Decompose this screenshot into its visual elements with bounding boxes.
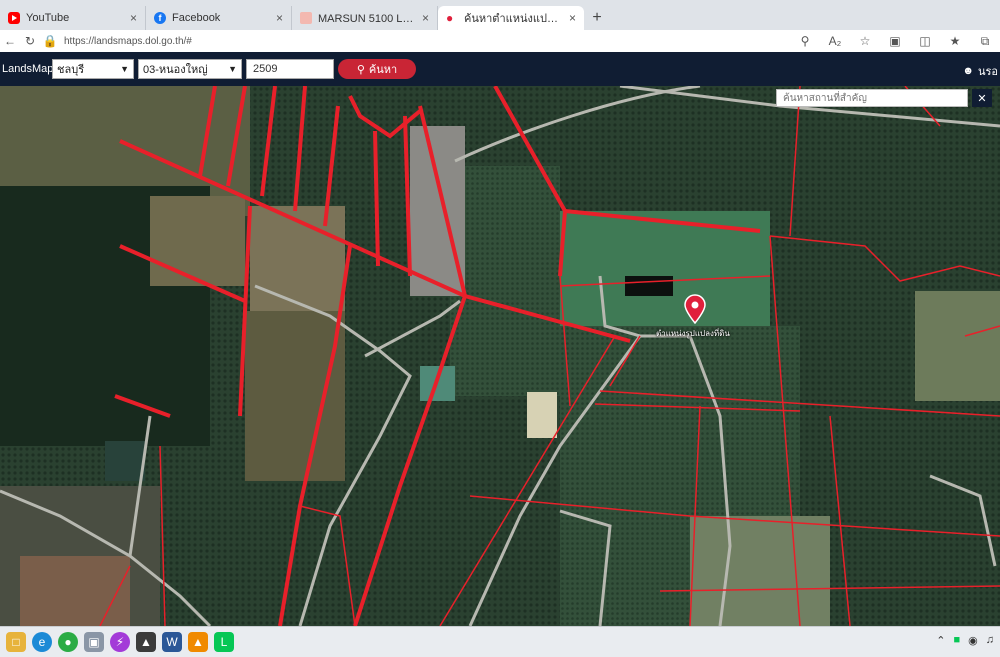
address-bar: ← ↻ 🔒 https://landsmaps.dol.go.th/# ⚲ A₂…: [0, 30, 1000, 53]
province-select[interactable]: ชลบุรี ▼: [52, 59, 134, 79]
facebook-icon: f: [154, 12, 166, 24]
split-screen-icon[interactable]: ◫: [910, 34, 940, 48]
brand-logo: LandsMaps: [2, 63, 59, 75]
window-icon[interactable]: ▣: [84, 632, 104, 652]
back-icon[interactable]: ←: [0, 34, 20, 48]
youtube-icon: [8, 12, 20, 24]
taskbar: □ e ● ▣ ⚡ ▲ W ▲ L ⌃ ■ ◉ ♫: [0, 626, 1000, 657]
edge-icon[interactable]: e: [32, 632, 52, 652]
browser-tab-strip: YouTube × f Facebook × MARSUN 5100 LED ไ…: [0, 0, 1000, 30]
url-field[interactable]: https://landsmaps.dol.go.th/#: [60, 36, 790, 47]
parcel-number-input[interactable]: [246, 59, 334, 79]
messenger-icon[interactable]: ⚡: [110, 632, 130, 652]
close-icon[interactable]: ×: [276, 11, 283, 25]
word-icon[interactable]: W: [162, 632, 182, 652]
system-tray: ⌃ ■ ◉ ♫: [936, 634, 994, 647]
search-button-label: ค้นหา: [368, 64, 398, 76]
app-header: LandsMaps ชลบุรี ▼ 03-หนองใหญ่ ▼ ⚲ ค้นหา…: [0, 52, 1000, 86]
user-icon: ☻: [962, 65, 974, 77]
user-name: นรอ: [977, 66, 998, 78]
sand-pit: [527, 392, 557, 438]
close-search-button[interactable]: ✕: [972, 89, 992, 107]
new-tab-button[interactable]: +: [584, 6, 610, 30]
refresh-icon[interactable]: ↻: [20, 34, 40, 48]
file-explorer-icon[interactable]: □: [6, 632, 26, 652]
field-east: [915, 291, 1000, 401]
tab-landsmaps[interactable]: ● ค้นหาตำแหน่งแปลงที่ดิน (LandsMaps) ×: [438, 6, 584, 30]
line-tray-icon[interactable]: ■: [953, 634, 960, 647]
pin-label: ตำแหน่งรูปแปลงที่ดิน: [656, 329, 730, 338]
satellite-map[interactable]: ✕ ตำแหน่งรูปแปลงที่ดิน: [0, 86, 1000, 626]
wifi-icon[interactable]: ◉: [968, 634, 978, 647]
tab-title: Facebook: [172, 12, 221, 24]
location-pin-shape: [684, 294, 706, 324]
tab-shop[interactable]: MARSUN 5100 LED ไฟฉายคาดหัว ×: [292, 6, 438, 30]
read-aloud-icon[interactable]: A₂: [820, 34, 850, 48]
chevron-down-icon: ▼: [120, 64, 129, 74]
tab-facebook[interactable]: f Facebook ×: [146, 6, 292, 30]
shop-icon: [300, 12, 312, 24]
province-value: ชลบุรี: [57, 64, 85, 76]
user-menu[interactable]: ☻ นรอ: [962, 62, 998, 80]
farm-plot: [20, 556, 130, 626]
speaker-icon[interactable]: ♫: [986, 634, 994, 647]
lock-icon[interactable]: 🔒: [40, 34, 60, 48]
close-icon[interactable]: ×: [422, 11, 429, 25]
collections-icon[interactable]: ⧉: [970, 34, 1000, 49]
search-button[interactable]: ⚲ ค้นหา: [338, 59, 416, 79]
tab-youtube[interactable]: YouTube ×: [0, 6, 146, 30]
district-select[interactable]: 03-หนองใหญ่ ▼: [138, 59, 242, 79]
app-icon[interactable]: ▲: [136, 632, 156, 652]
orchard-center: [450, 166, 560, 396]
extensions-icon[interactable]: ▣: [880, 34, 910, 48]
line-icon[interactable]: L: [214, 632, 234, 652]
field-southeast: [690, 516, 830, 626]
vlc-icon[interactable]: ▲: [188, 632, 208, 652]
favorites-icon[interactable]: ★: [940, 34, 970, 48]
map-pin-icon: ●: [446, 11, 454, 25]
tab-title: ค้นหาตำแหน่งแปลงที่ดิน (LandsMaps): [464, 13, 563, 25]
search-icon: ⚲: [356, 63, 365, 76]
favorite-star-icon[interactable]: ☆: [850, 34, 880, 48]
pond: [625, 276, 673, 296]
district-value: 03-หนองใหญ่: [143, 64, 208, 76]
field-south: [245, 311, 345, 481]
field-bare: [150, 196, 245, 286]
line-green-icon[interactable]: ●: [58, 632, 78, 652]
quarry-strip: [410, 126, 465, 296]
pond-3: [105, 441, 145, 481]
close-icon[interactable]: ×: [130, 11, 137, 25]
location-icon[interactable]: ⚲: [790, 34, 820, 48]
close-icon[interactable]: ×: [569, 11, 576, 25]
chevron-down-icon: ▼: [228, 64, 237, 74]
map-canvas[interactable]: [0, 86, 1000, 626]
chevron-up-icon[interactable]: ⌃: [936, 634, 945, 647]
place-search-input[interactable]: [776, 89, 968, 107]
tab-title: MARSUN 5100 LED ไฟฉายคาดหัว: [318, 13, 416, 25]
tab-title: YouTube: [26, 12, 70, 24]
